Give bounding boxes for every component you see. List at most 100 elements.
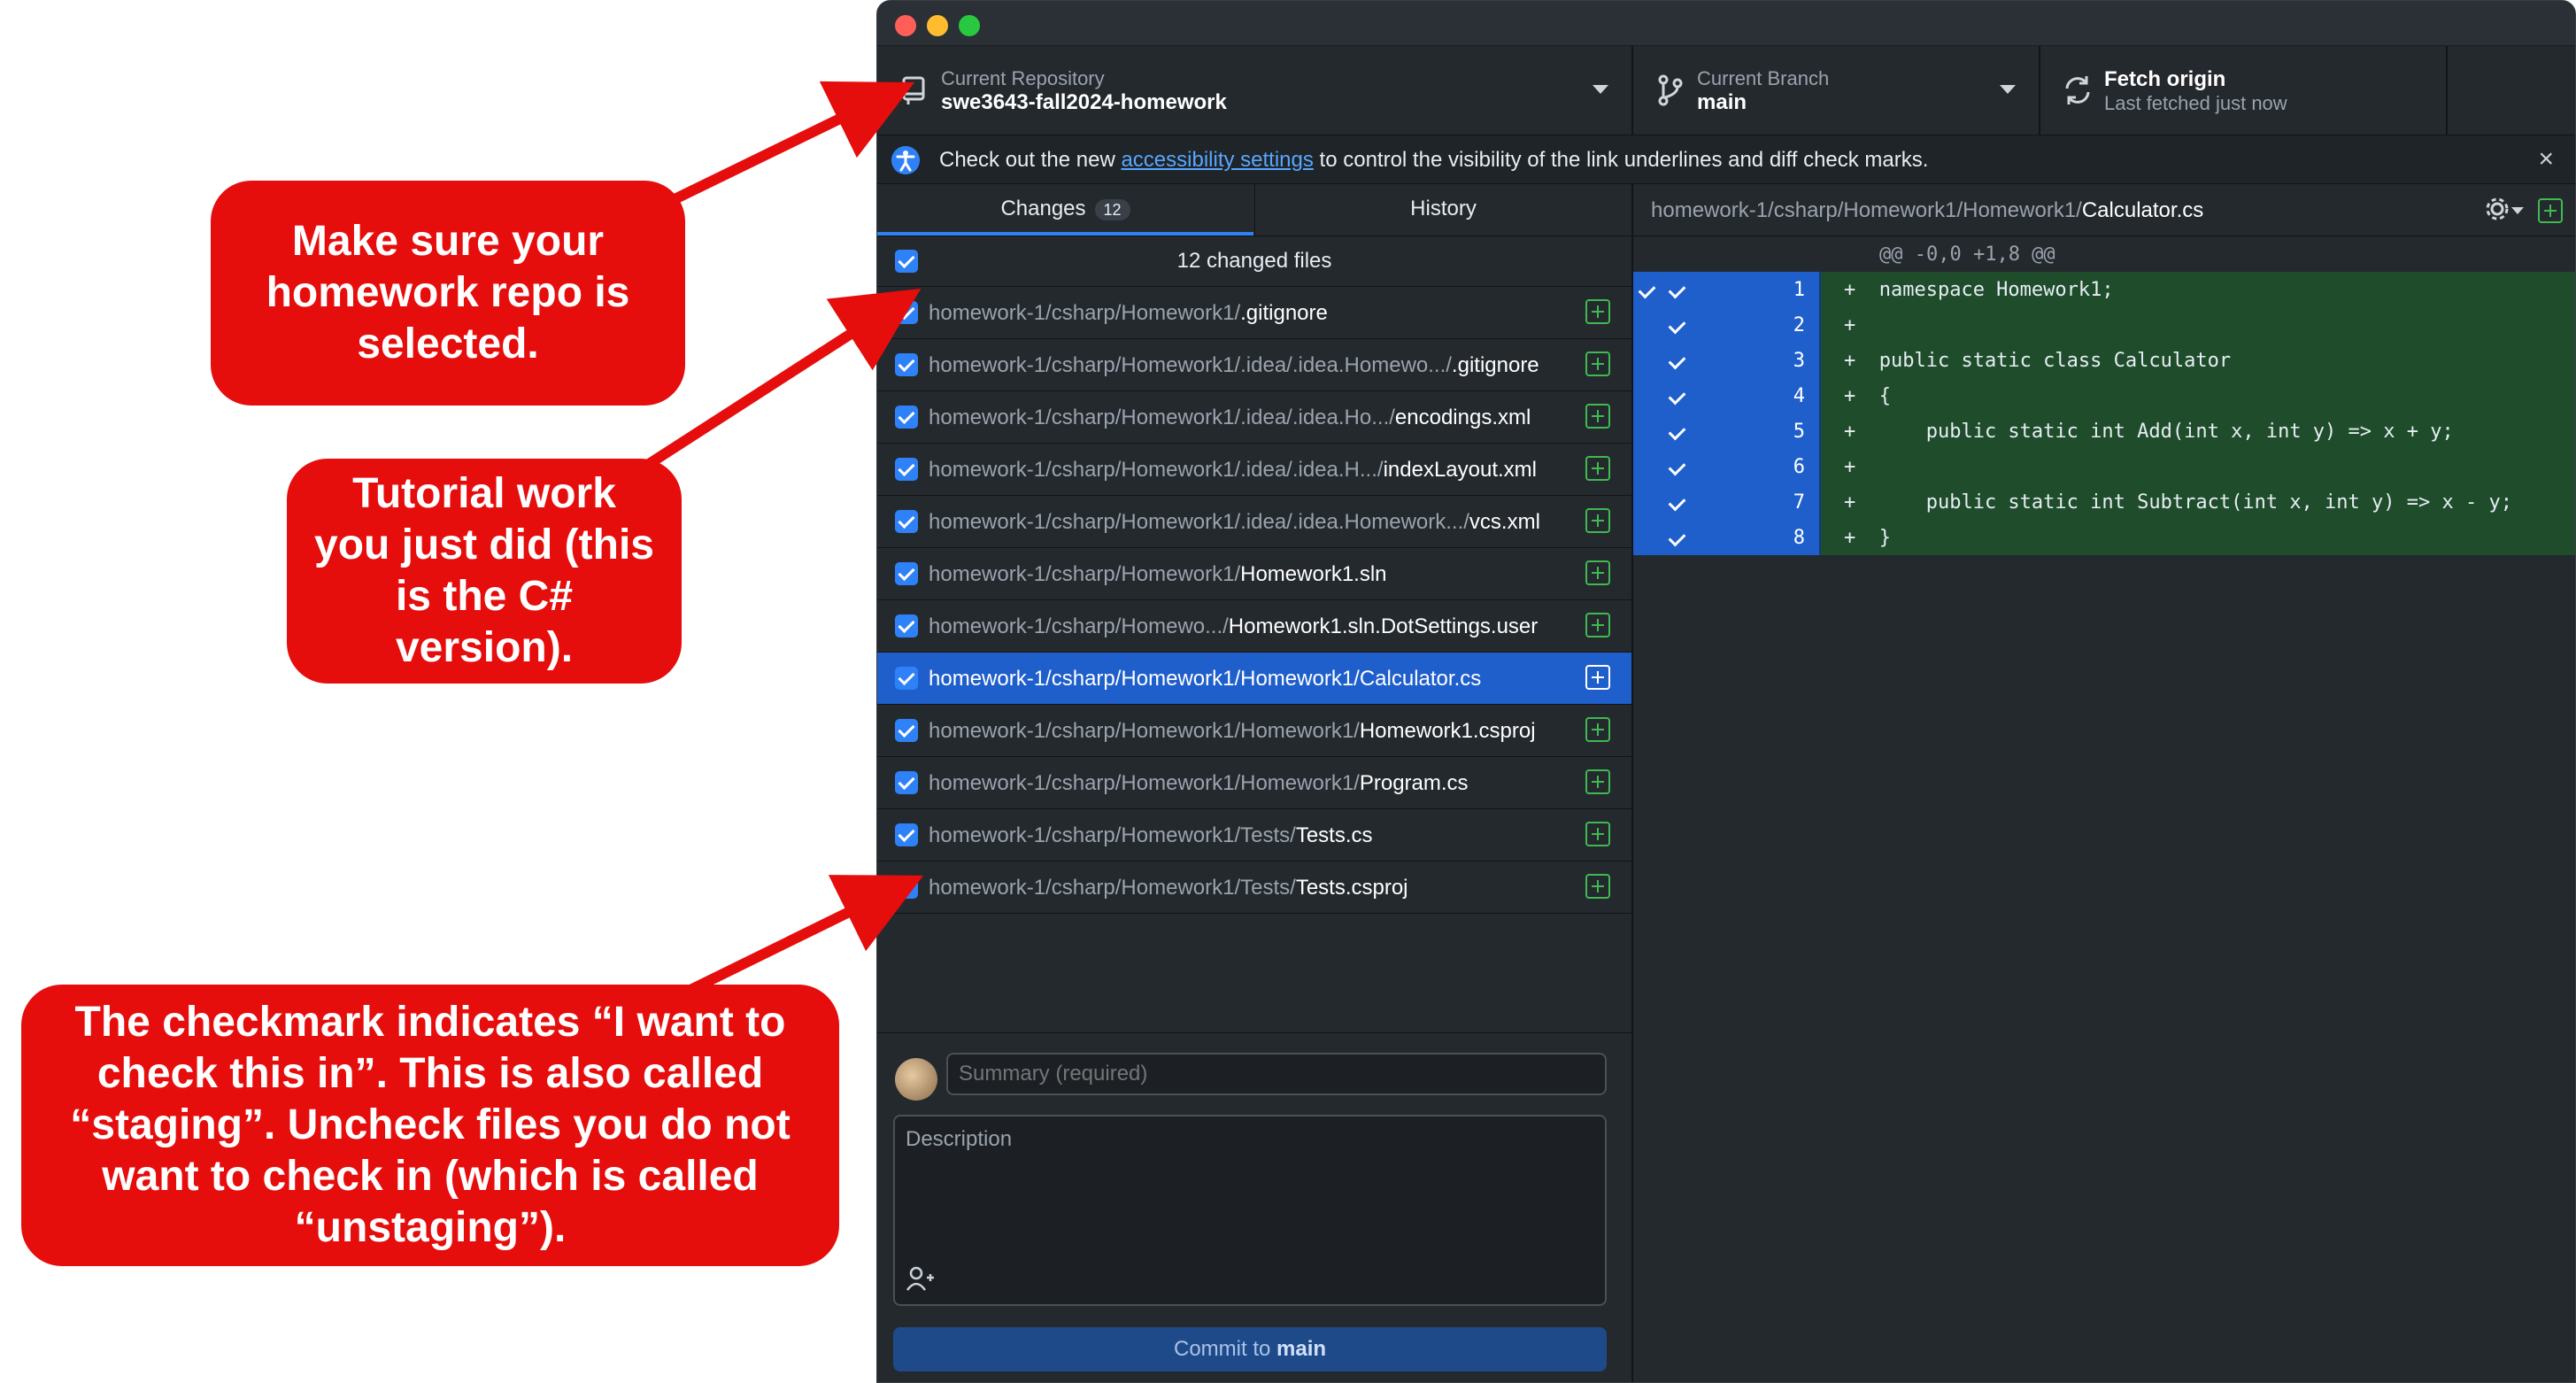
file-checkbox[interactable]	[895, 406, 918, 429]
diff-line[interactable]: 8 + }	[1633, 520, 2575, 555]
zoom-window-button[interactable]	[959, 15, 980, 36]
file-name: Tests.cs	[1295, 823, 1373, 847]
line-gutter[interactable]: 4	[1633, 378, 1819, 413]
file-row-selected[interactable]: homework-1/csharp/Homework1/Homework1/Ca…	[877, 653, 1631, 705]
diff-line[interactable]: 4 + {	[1633, 378, 2575, 413]
file-path: homework-1/csharp/Homework1/Homework1.sl…	[929, 562, 1387, 587]
file-checkbox[interactable]	[895, 667, 918, 690]
diff-line[interactable]: 3 + public static class Calculator	[1633, 343, 2575, 378]
file-path: homework-1/csharp/Homework1/Homework1/Ho…	[929, 719, 1536, 744]
diff-line[interactable]: 6 +	[1633, 449, 2575, 484]
tab-changes-label: Changes	[1000, 197, 1086, 220]
file-name: Homework1.csproj	[1359, 719, 1536, 743]
fetch-origin-title: Fetch origin	[2104, 67, 2226, 91]
file-row[interactable]: homework-1/csharp/Homework1/Homework1/Pr…	[877, 757, 1631, 809]
changes-panel: Changes 12 History 12 changed files homew…	[877, 184, 1633, 1382]
fetch-origin-button[interactable]: Fetch origin Last fetched just now	[2040, 46, 2448, 135]
line-code: + namespace Homework1;	[1844, 279, 2114, 301]
file-row[interactable]: homework-1/csharp/Homework1/.idea/.idea.…	[877, 496, 1631, 548]
file-dir: homework-1/csharp/Homework1/.idea/.idea.…	[929, 458, 1384, 482]
file-name: Calculator.cs	[1359, 667, 1482, 691]
file-row[interactable]: homework-1/csharp/Homework1/.idea/.idea.…	[877, 339, 1631, 391]
file-checkbox[interactable]	[895, 353, 918, 376]
line-number: 2	[1793, 314, 1805, 336]
added-file-icon	[1585, 874, 1610, 899]
file-path: homework-1/csharp/Homework1/Homework1/Pr…	[929, 771, 1469, 796]
file-checkbox[interactable]	[895, 771, 918, 794]
file-row[interactable]: homework-1/csharp/Homework1/Homework1.sl…	[877, 548, 1631, 600]
line-gutter[interactable]: 2	[1633, 307, 1819, 343]
check-icon	[1668, 458, 1686, 476]
minimize-window-button[interactable]	[927, 15, 948, 36]
chevron-down-icon[interactable]	[2511, 207, 2524, 214]
file-dir: homework-1/csharp/Homework1/	[929, 562, 1241, 586]
current-branch-button[interactable]: Current Branch main	[1633, 46, 2040, 135]
diff-line[interactable]: 5 + public static int Add(int x, int y) =…	[1633, 413, 2575, 449]
summary-input[interactable]	[946, 1053, 1607, 1095]
file-checkbox[interactable]	[895, 510, 918, 533]
commit-button[interactable]: Commit to main	[893, 1327, 1607, 1371]
line-gutter[interactable]: 7	[1633, 484, 1819, 520]
file-checkbox[interactable]	[895, 614, 918, 637]
gear-icon[interactable]	[2483, 195, 2511, 223]
commit-form: Description Commit to main	[877, 1032, 1631, 1382]
tab-changes[interactable]: Changes 12	[877, 184, 1253, 236]
close-window-button[interactable]	[895, 15, 916, 36]
file-name: Homework1.sln	[1240, 562, 1387, 586]
current-repository-button[interactable]: Current Repository swe3643-fall2024-home…	[877, 46, 1633, 135]
file-name: Tests.csproj	[1295, 876, 1408, 900]
file-path: homework-1/csharp/Homework1/.idea/.idea.…	[929, 458, 1537, 483]
branch-icon	[1658, 74, 1683, 106]
line-gutter[interactable]: 3	[1633, 343, 1819, 378]
description-input[interactable]: Description	[893, 1115, 1607, 1306]
check-icon	[1668, 493, 1686, 512]
file-dir: homework-1/csharp/Homework1/Homework1/	[929, 667, 1360, 691]
tab-history[interactable]: History	[1254, 184, 1631, 236]
file-dir: homework-1/csharp/Homework1/.idea/.idea.…	[929, 406, 1395, 429]
current-branch-value: main	[1697, 90, 1747, 114]
line-number: 6	[1793, 456, 1805, 478]
accessibility-settings-link[interactable]: accessibility settings	[1121, 148, 1313, 172]
check-icon	[1668, 422, 1686, 441]
current-repository-value: swe3643-fall2024-homework	[941, 90, 1227, 114]
added-file-icon	[1585, 613, 1610, 637]
file-path: homework-1/csharp/Homework1/.idea/.idea.…	[929, 406, 1531, 430]
file-row[interactable]: homework-1/csharp/Homework1/Homework1/Ho…	[877, 705, 1631, 757]
line-gutter[interactable]: 5	[1633, 413, 1819, 449]
accessibility-banner: Check out the new accessibility settings…	[877, 135, 2575, 184]
file-checkbox[interactable]	[895, 458, 918, 481]
line-gutter[interactable]: 8	[1633, 520, 1819, 555]
diff-line[interactable]: 7 + public static int Subtract(int x, int…	[1633, 484, 2575, 520]
diff-line[interactable]: 2 +	[1633, 307, 2575, 343]
line-code: +	[1844, 456, 1856, 478]
callout-repo: Make sure your homework repo is selected…	[211, 181, 685, 406]
file-checkbox[interactable]	[895, 823, 918, 846]
file-row[interactable]: homework-1/csharp/Homework1/Tests/Tests.…	[877, 861, 1631, 914]
chevron-down-icon	[2000, 85, 2016, 94]
file-row[interactable]: homework-1/csharp/Homework1/Tests/Tests.…	[877, 809, 1631, 861]
file-checkbox[interactable]	[895, 562, 918, 585]
add-coauthor-icon[interactable]	[906, 1265, 936, 1292]
line-number: 3	[1793, 350, 1805, 372]
file-path: homework-1/csharp/Homework1/Homework1/Ca…	[929, 667, 1481, 692]
banner-text-suffix: to control the visibility of the link un…	[1313, 148, 1929, 172]
hunk-header-text: @@ -0,0 +1,8 @@	[1879, 243, 2055, 266]
line-code: + {	[1844, 385, 1891, 407]
chevron-down-icon	[1593, 85, 1608, 94]
close-icon[interactable]: ×	[2538, 144, 2554, 174]
file-checkbox[interactable]	[895, 876, 918, 899]
line-gutter[interactable]: 6	[1633, 449, 1819, 484]
file-name: Program.cs	[1359, 771, 1469, 795]
file-row[interactable]: homework-1/csharp/Homework1/.gitignore	[877, 287, 1631, 339]
changed-file-list: homework-1/csharp/Homework1/.gitignore h…	[877, 287, 1631, 914]
diff-line[interactable]: 1 + namespace Homework1;	[1633, 272, 2575, 307]
file-row[interactable]: homework-1/csharp/Homework1/.idea/.idea.…	[877, 391, 1631, 444]
file-checkbox[interactable]	[895, 719, 918, 742]
file-row[interactable]: homework-1/csharp/Homework1/.idea/.idea.…	[877, 444, 1631, 496]
description-placeholder: Description	[906, 1127, 1013, 1151]
added-file-icon	[1585, 352, 1610, 376]
added-file-icon	[1585, 769, 1610, 794]
file-checkbox[interactable]	[895, 301, 918, 324]
line-gutter[interactable]: 1	[1633, 272, 1819, 307]
file-row[interactable]: homework-1/csharp/Homewo.../Homework1.sl…	[877, 600, 1631, 653]
